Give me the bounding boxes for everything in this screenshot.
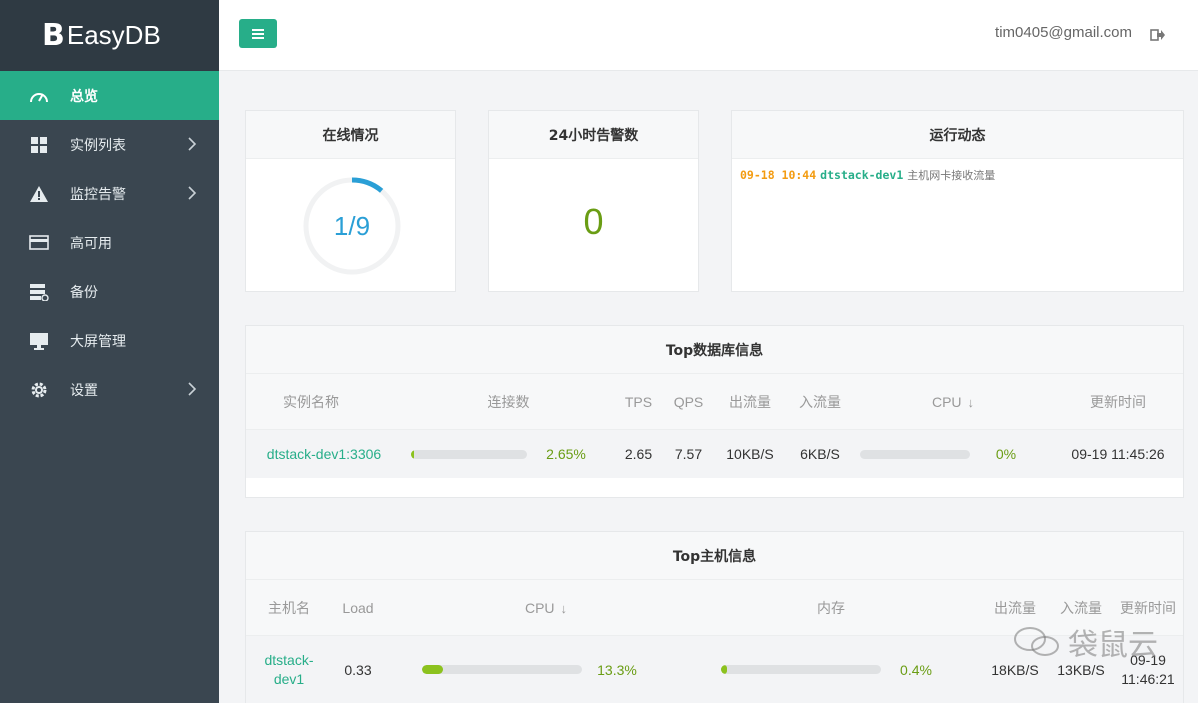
card-title: 在线情况	[246, 111, 455, 159]
chevron-right-icon	[188, 382, 197, 396]
sidebar-item-instances[interactable]: 实例列表	[0, 120, 219, 169]
qps-value: 7.57	[674, 446, 703, 462]
sort-down-icon: ↓	[967, 394, 975, 410]
col-memory[interactable]: 内存	[716, 580, 946, 636]
sidebar-item-backup[interactable]: 备份	[0, 267, 219, 316]
col-tps[interactable]: TPS	[616, 374, 661, 430]
sidebar-item-label: 设置	[70, 382, 98, 399]
memory-bar	[721, 665, 881, 674]
card-title: 24小时告警数	[489, 111, 698, 159]
watermark-text: 袋鼠云	[1068, 628, 1158, 663]
connections-bar	[411, 450, 527, 459]
col-connections[interactable]: 连接数	[406, 374, 611, 430]
connections-pct: 2.65%	[546, 446, 586, 462]
cpu-bar	[860, 450, 970, 459]
sort-down-icon: ↓	[560, 600, 568, 616]
sidebar-nav: 总览 实例列表 监控告警 高可用 备份 大屏管理 设置	[0, 71, 219, 414]
activity-card: 运行动态 09-18 10:44 dtstack-dev1 主机网卡接收流量	[731, 110, 1184, 292]
memory-pct: 0.4%	[900, 662, 932, 678]
alerts-card: 24小时告警数 0	[488, 110, 699, 292]
cpu-pct: 13.3%	[597, 662, 637, 678]
col-outbound[interactable]: 出流量	[718, 374, 782, 430]
sidebar-item-label: 实例列表	[70, 137, 126, 154]
outbound-value: 10KB/S	[726, 446, 774, 462]
watermark: 袋鼠云	[1012, 620, 1158, 664]
load-value: 0.33	[344, 662, 372, 678]
host-link[interactable]: dtstack- dev1	[254, 636, 324, 703]
sidebar-item-overview[interactable]: 总览	[0, 71, 219, 120]
col-cpu[interactable]: CPU ↓	[416, 580, 676, 636]
top-db-card: Top数据库信息 实例名称 连接数 TPS QPS 出流量 入流量 CPU ↓ 更…	[245, 325, 1184, 498]
sidebar-item-label: 备份	[70, 284, 98, 301]
card-title: Top主机信息	[246, 532, 1183, 580]
bar-fill	[721, 665, 728, 674]
server-backup-icon	[28, 283, 50, 301]
sidebar-item-label: 总览	[70, 88, 98, 105]
sidebar-item-label: 大屏管理	[70, 333, 126, 350]
bar-fill	[422, 665, 444, 674]
bar-fill	[411, 450, 415, 459]
top-host-card: Top主机信息 主机名 Load CPU ↓ 内存 出流量 入流量 更新时间 dt…	[245, 531, 1184, 703]
sidebar-item-ha[interactable]: 高可用	[0, 218, 219, 267]
monitor-icon	[28, 332, 50, 350]
app-title: EasyDB	[66, 20, 161, 50]
table-row: dtstack-dev1:3306 2.65% 2.65 7.57 10KB/S…	[246, 430, 1183, 478]
col-load[interactable]: Load	[328, 580, 388, 636]
gauge-icon	[28, 87, 50, 105]
logo-mark: B	[42, 18, 65, 53]
grid-icon	[28, 136, 50, 154]
card-icon	[28, 234, 50, 252]
col-cpu[interactable]: CPU ↓	[858, 374, 1048, 430]
cpu-bar	[422, 665, 582, 674]
logout-icon[interactable]	[1150, 27, 1166, 43]
user-email[interactable]: tim0405@gmail.com	[995, 24, 1132, 41]
inbound-value: 6KB/S	[800, 446, 840, 462]
card-title: 运行动态	[732, 111, 1183, 159]
wechat-icon	[1014, 627, 1059, 656]
updated-time: 09-19 11:45:26	[1071, 446, 1165, 462]
cpu-pct: 0%	[995, 446, 1017, 462]
col-inbound[interactable]: 入流量	[788, 374, 852, 430]
sidebar: B EasyDB 总览 实例列表 监控告警 高可用 备份 大屏管理 设置	[0, 0, 219, 703]
sidebar-item-label: 监控告警	[70, 186, 126, 203]
online-ring: 1/9	[302, 176, 402, 276]
instance-link[interactable]: dtstack-dev1:3306	[258, 430, 390, 478]
card-title: Top数据库信息	[246, 326, 1183, 374]
col-instance-name[interactable]: 实例名称	[246, 374, 376, 430]
sidebar-item-settings[interactable]: 设置	[0, 365, 219, 414]
chevron-right-icon	[188, 186, 197, 200]
col-hostname[interactable]: 主机名	[254, 580, 324, 636]
table-header: 实例名称 连接数 TPS QPS 出流量 入流量 CPU ↓ 更新时间	[246, 374, 1183, 430]
chevron-right-icon	[188, 137, 197, 151]
top-header: tim0405@gmail.com	[219, 0, 1198, 71]
gear-icon	[28, 381, 50, 399]
online-status-card: 在线情况 1/9	[245, 110, 456, 292]
online-count: 1/9	[333, 210, 371, 241]
activity-event[interactable]: 09-18 10:44 dtstack-dev1 主机网卡接收流量	[740, 167, 995, 183]
app-logo[interactable]: B EasyDB	[0, 0, 219, 71]
sidebar-item-label: 高可用	[70, 235, 112, 252]
menu-toggle-button[interactable]	[239, 19, 277, 48]
event-host: dtstack-dev1	[820, 168, 904, 182]
col-qps[interactable]: QPS	[666, 374, 711, 430]
alert-count: 0	[583, 201, 604, 242]
event-message: 主机网卡接收流量	[907, 169, 996, 182]
hamburger-icon	[252, 28, 264, 39]
warning-icon	[28, 185, 50, 203]
event-time: 09-18 10:44	[740, 168, 817, 182]
col-updated[interactable]: 更新时间	[1058, 374, 1178, 430]
sidebar-item-screen[interactable]: 大屏管理	[0, 316, 219, 365]
tps-value: 2.65	[624, 446, 653, 462]
sidebar-item-alerts[interactable]: 监控告警	[0, 169, 219, 218]
